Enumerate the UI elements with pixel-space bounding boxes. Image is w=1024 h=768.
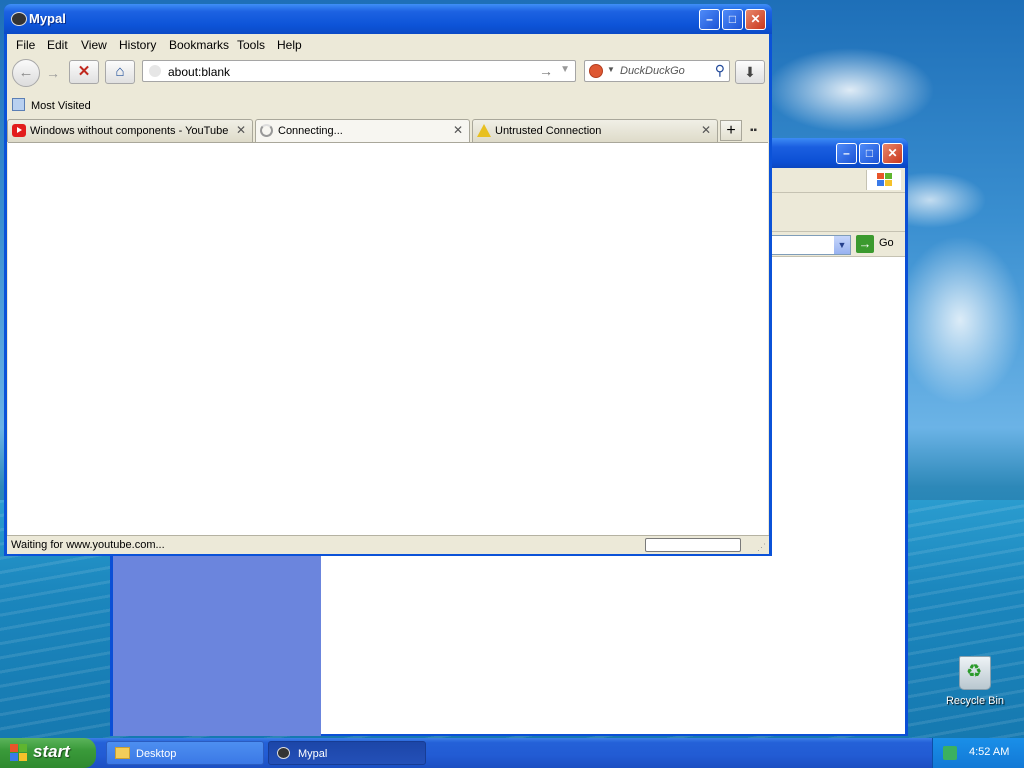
most-visited-icon bbox=[12, 98, 25, 111]
start-label: start bbox=[33, 742, 70, 761]
duckduckgo-icon[interactable] bbox=[589, 64, 603, 78]
menu-bookmarks[interactable]: Bookmarks bbox=[169, 38, 229, 52]
recycle-bin-icon bbox=[959, 656, 991, 690]
system-tray: 4:52 AM bbox=[932, 738, 1024, 768]
menu-edit[interactable]: Edit bbox=[47, 38, 68, 52]
search-icon[interactable]: ⚲ bbox=[715, 62, 725, 79]
page-content[interactable] bbox=[8, 142, 768, 535]
start-button[interactable]: start bbox=[0, 738, 96, 768]
mypal-window[interactable]: Mypal – □ ✕ File Edit View History Bookm… bbox=[4, 4, 772, 556]
home-button[interactable]: ⌂ bbox=[105, 60, 135, 84]
tab-close-icon[interactable]: ✕ bbox=[453, 123, 463, 137]
tray-app-icon[interactable] bbox=[943, 746, 957, 760]
stop-icon: ✕ bbox=[77, 63, 91, 80]
tab-label: Connecting... bbox=[278, 125, 343, 137]
tab-label: Windows without components - YouTube bbox=[30, 125, 229, 137]
recycle-bin-label: Recycle Bin bbox=[945, 695, 1005, 707]
explorer-go-button[interactable]: → Go bbox=[854, 234, 902, 254]
maximize-button[interactable]: □ bbox=[722, 9, 743, 30]
close-button[interactable]: ✕ bbox=[745, 9, 766, 30]
go-arrow-icon: → bbox=[856, 235, 874, 253]
go-label: Go bbox=[879, 237, 894, 249]
taskbar-item-mypal[interactable]: Mypal bbox=[268, 741, 426, 765]
progress-bar bbox=[645, 538, 741, 552]
status-bar: Waiting for www.youtube.com... ⋰ bbox=[7, 535, 769, 554]
url-text: about:blank bbox=[168, 65, 231, 79]
tab-untrusted-connection[interactable]: Untrusted Connection ✕ bbox=[472, 119, 718, 142]
explorer-maximize-button[interactable]: □ bbox=[859, 143, 880, 164]
plus-icon: + bbox=[726, 122, 736, 139]
tab-close-icon[interactable]: ✕ bbox=[701, 123, 711, 137]
menu-help[interactable]: Help bbox=[277, 38, 302, 52]
go-arrow-icon[interactable]: → bbox=[539, 63, 553, 79]
new-tab-button[interactable]: + bbox=[720, 120, 742, 141]
menu-history[interactable]: History bbox=[119, 38, 156, 52]
chevron-down-icon[interactable]: ▼ bbox=[834, 236, 850, 254]
recycle-bin-shortcut[interactable]: Recycle Bin bbox=[940, 656, 1010, 707]
windows-logo-icon bbox=[866, 170, 901, 190]
resize-grip-icon[interactable]: ⋰ bbox=[757, 542, 766, 553]
taskbar: start Desktop Mypal 4:52 AM bbox=[0, 738, 1024, 768]
list-all-tabs-icon[interactable]: ▪▪ bbox=[750, 125, 757, 136]
downloads-button[interactable]: ⬇ bbox=[735, 60, 765, 84]
taskbar-item-label: Desktop bbox=[136, 748, 177, 760]
status-text: Waiting for www.youtube.com... bbox=[11, 539, 165, 551]
most-visited-bookmark[interactable]: Most Visited bbox=[31, 100, 91, 112]
clock[interactable]: 4:52 AM bbox=[969, 746, 1009, 758]
url-history-dropdown-icon[interactable]: ▼ bbox=[560, 64, 570, 75]
url-bar[interactable]: about:blank → ▼ bbox=[142, 60, 576, 82]
menu-bar: File Edit View History Bookmarks Tools H… bbox=[7, 34, 769, 54]
loading-spinner-icon bbox=[260, 124, 273, 137]
tab-label: Untrusted Connection bbox=[495, 125, 602, 137]
menu-file[interactable]: File bbox=[16, 38, 35, 52]
search-placeholder: DuckDuckGo bbox=[620, 65, 685, 77]
youtube-icon bbox=[12, 124, 26, 137]
home-icon: ⌂ bbox=[115, 63, 125, 80]
menu-tools[interactable]: Tools bbox=[237, 38, 265, 52]
forward-button[interactable]: → bbox=[42, 63, 64, 83]
back-button[interactable]: ← bbox=[12, 59, 40, 87]
site-identity-icon[interactable] bbox=[149, 65, 161, 77]
minimize-button[interactable]: – bbox=[699, 9, 720, 30]
tab-youtube[interactable]: Windows without components - YouTube ✕ bbox=[7, 119, 253, 142]
menu-view[interactable]: View bbox=[81, 38, 107, 52]
bookmarks-toolbar: Most Visited bbox=[7, 94, 769, 116]
explorer-close-button[interactable]: ✕ bbox=[882, 143, 903, 164]
taskbar-item-label: Mypal bbox=[298, 748, 328, 760]
tab-strip: Windows without components - YouTube ✕ C… bbox=[7, 117, 769, 142]
windows-flag-icon bbox=[10, 744, 28, 762]
taskbar-item-desktop[interactable]: Desktop bbox=[106, 741, 264, 765]
folder-icon bbox=[115, 747, 130, 759]
forward-arrow-icon: → bbox=[46, 65, 60, 81]
stop-button[interactable]: ✕ bbox=[69, 60, 99, 84]
explorer-minimize-button[interactable]: – bbox=[836, 143, 857, 164]
tab-close-icon[interactable]: ✕ bbox=[236, 123, 246, 137]
mypal-app-icon bbox=[11, 12, 27, 26]
window-title: Mypal bbox=[29, 11, 66, 26]
search-engine-dropdown-icon[interactable]: ▼ bbox=[607, 65, 615, 74]
navigation-toolbar: ← → ✕ ⌂ about:blank → ▼ ▼ DuckDuckGo ⚲ ⬇ bbox=[7, 54, 769, 90]
tab-connecting[interactable]: Connecting... ✕ bbox=[255, 119, 470, 142]
download-arrow-icon: ⬇ bbox=[744, 64, 756, 80]
search-box[interactable]: ▼ DuckDuckGo ⚲ bbox=[584, 60, 730, 82]
back-arrow-icon: ← bbox=[18, 64, 34, 81]
mypal-title-bar[interactable]: Mypal – □ ✕ bbox=[4, 4, 772, 34]
mypal-body: File Edit View History Bookmarks Tools H… bbox=[7, 34, 769, 554]
mypal-icon bbox=[277, 747, 290, 759]
warning-icon bbox=[477, 124, 491, 137]
